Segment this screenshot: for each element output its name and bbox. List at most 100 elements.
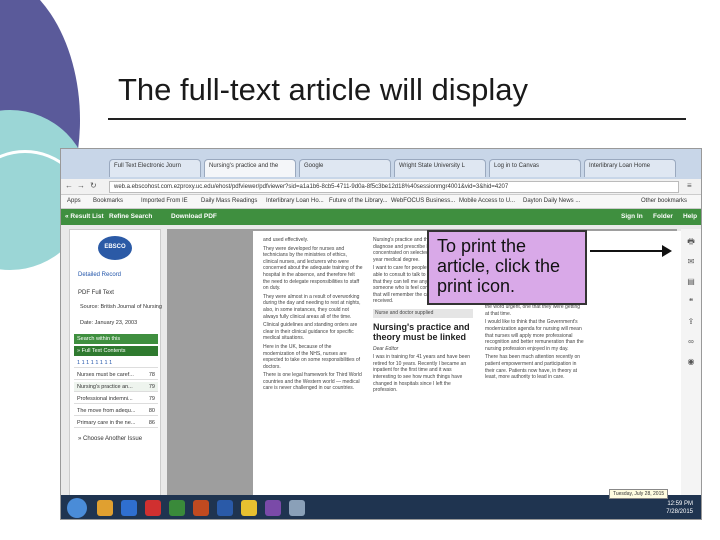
contents-row[interactable]: Nursing's practice an... 79	[74, 382, 158, 392]
result-list-link[interactable]: « Result List	[65, 213, 104, 220]
source-line: Source: British Journal of Nursing	[80, 304, 162, 310]
windows-taskbar: 12:59 PM 7/28/2015	[61, 495, 701, 519]
contents-page: 80	[148, 408, 155, 414]
bookmark-webfocus[interactable]: WebFOCUS Business...	[391, 198, 455, 204]
pdf-paragraph: Clinical guidelines and standing orders …	[263, 322, 358, 342]
contents-label: Nurses must be caref...	[77, 372, 134, 378]
pdf-column-1: and used effectively. They were develope…	[263, 237, 363, 394]
callout-arrow-head	[662, 245, 672, 257]
slide-title: The full-text article will display	[118, 72, 529, 107]
start-button[interactable]	[67, 498, 87, 518]
pdf-paragraph: Here in the UK, because of the moderniza…	[263, 343, 360, 370]
back-icon[interactable]: ←	[65, 181, 73, 190]
bookmarks-bar: Apps Bookmarks Imported From IE Daily Ma…	[61, 195, 701, 209]
callout-arrow-line	[590, 250, 664, 252]
clock-date: 7/28/2015	[666, 509, 693, 515]
forward-icon[interactable]: →	[77, 181, 85, 190]
menu-icon[interactable]: ≡	[687, 181, 692, 190]
pdf-paragraph: They were almost in a result of overwork…	[263, 293, 361, 320]
ebsco-toolbar: « Result List Refine Search Download PDF…	[61, 209, 701, 225]
email-icon[interactable]: ✉	[686, 257, 696, 266]
onenote-icon[interactable]	[265, 500, 281, 516]
bookmark-dayton-daily[interactable]: Dayton Daily News ...	[523, 198, 580, 204]
pdf-paragraph: They were developed for nurses and techn…	[263, 245, 363, 292]
contents-row[interactable]: Nurses must be caref... 78	[74, 370, 158, 380]
full-text-contents-header[interactable]: » Full Text Contents	[74, 346, 158, 356]
excel-icon[interactable]	[169, 500, 185, 516]
slide: The full-text article will display Full …	[0, 0, 720, 540]
contents-label: Professional indemni...	[77, 396, 133, 402]
contents-row[interactable]: The move from adequ... 80	[74, 406, 158, 416]
chrome-icon[interactable]	[241, 500, 257, 516]
date-tooltip: Tuesday, July 28, 2015	[609, 489, 669, 499]
folder-link[interactable]: Folder	[653, 213, 673, 220]
contents-page: 78	[148, 372, 155, 378]
tab-full-text-journals[interactable]: Full Text Electronic Journ	[109, 159, 201, 177]
link-icon[interactable]: ∞	[686, 337, 696, 346]
bookmark-bookmarks[interactable]: Bookmarks	[93, 198, 123, 204]
word-icon[interactable]	[217, 500, 233, 516]
contents-page: 86	[148, 420, 155, 426]
bookmark-future-library[interactable]: Future of the Library...	[329, 198, 388, 204]
taskbar-clock[interactable]: 12:59 PM 7/28/2015	[666, 500, 693, 516]
bookmark-mobile-access[interactable]: Mobile Access to U...	[459, 198, 515, 204]
tab-interlibrary-loan[interactable]: Interlibrary Loan Home	[584, 159, 676, 177]
date-line: Date: January 23, 2003	[80, 320, 138, 326]
contents-page: 79	[148, 396, 155, 402]
download-pdf-link[interactable]: Download PDF	[171, 213, 217, 220]
title-underline	[108, 118, 686, 120]
app-icon[interactable]	[289, 500, 305, 516]
browser-screenshot: Full Text Electronic Journ Nursing's pra…	[60, 148, 702, 520]
pages-row[interactable]: 1 1 1 1 1 1 1 1	[74, 358, 158, 368]
pdf-paragraph: and used effectively.	[263, 237, 309, 243]
pdf-paragraph: I was in training for 41 years and have …	[373, 354, 471, 394]
search-within-bar[interactable]: Search within this	[74, 334, 158, 344]
share-icon[interactable]: ◉	[686, 357, 696, 366]
print-icon[interactable]: 🖶	[686, 237, 696, 246]
bookmark-daily-mass[interactable]: Daily Mass Readings	[201, 198, 257, 204]
clock-time: 12:59 PM	[667, 501, 693, 507]
contents-label: The move from adequ...	[77, 408, 136, 414]
bookmark-imported-ie[interactable]: Imported From IE	[141, 198, 188, 204]
tab-wright-state[interactable]: Wright State University L	[394, 159, 486, 177]
detailed-record-link[interactable]: Detailed Record	[78, 272, 121, 278]
tab-bar: Full Text Electronic Journ Nursing's pra…	[61, 149, 701, 179]
ebsco-logo: EBSCO	[98, 236, 132, 260]
bookmark-other[interactable]: Other bookmarks	[641, 198, 687, 204]
refine-search-link[interactable]: Refine Search	[109, 213, 152, 220]
url-bar: ← → ↻ web.a.ebscohost.com.ezproxy.uc.edu…	[61, 179, 701, 195]
ie-icon[interactable]	[121, 500, 137, 516]
address-input[interactable]: web.a.ebscohost.com.ezproxy.uc.edu/ehost…	[109, 181, 679, 193]
save-icon[interactable]: ▤	[686, 277, 696, 286]
pdf-author: Dear Editor	[373, 345, 399, 352]
powerpoint-icon[interactable]	[193, 500, 209, 516]
tab-google[interactable]: Google	[299, 159, 391, 177]
acrobat-icon[interactable]	[145, 500, 161, 516]
cite-icon[interactable]: ❝	[686, 297, 696, 306]
export-icon[interactable]: ⇪	[686, 317, 696, 326]
contents-label: Primary care in the ne...	[77, 420, 136, 426]
tab-nursings-practice[interactable]: Nursing's practice and the	[204, 159, 296, 177]
sign-in-link[interactable]: Sign In	[621, 213, 643, 220]
explorer-icon[interactable]	[97, 500, 113, 516]
pdf-paragraph: There is one legal framework for Third W…	[263, 372, 362, 392]
reload-icon[interactable]: ↻	[90, 181, 97, 190]
contents-row[interactable]: Professional indemni... 79	[74, 394, 158, 404]
contents-row[interactable]: Primary care in the ne... 86	[74, 418, 158, 428]
pdf-viewer: and used effectively. They were develope…	[167, 229, 683, 501]
pdf-article-heading: Nursing's practice and theory must be li…	[373, 321, 470, 342]
pdf-tools-sidebar: 🖶 ✉ ▤ ❝ ⇪ ∞ ◉	[681, 229, 701, 501]
instruction-callout: To print the article, click the print ic…	[427, 230, 587, 305]
pdf-subheading: Nurse and doctor supplied	[373, 308, 473, 318]
contents-page: 79	[148, 384, 155, 390]
pdf-full-text-label: PDF Full Text	[78, 290, 114, 296]
help-link[interactable]: Help	[683, 213, 697, 220]
bookmark-apps[interactable]: Apps	[67, 198, 81, 204]
pdf-paragraph: I would like to think that the Governmen…	[485, 319, 584, 352]
tab-canvas[interactable]: Log in to Canvas	[489, 159, 581, 177]
choose-another-issue[interactable]: » Choose Another Issue	[78, 436, 142, 442]
contents-label: Nursing's practice an...	[77, 384, 133, 390]
bookmark-interlibrary[interactable]: Interlibrary Loan Ho...	[266, 198, 324, 204]
left-panel: EBSCO Detailed Record PDF Full Text Sour…	[69, 229, 162, 511]
pdf-paragraph: There has been much attention recently o…	[485, 354, 581, 381]
